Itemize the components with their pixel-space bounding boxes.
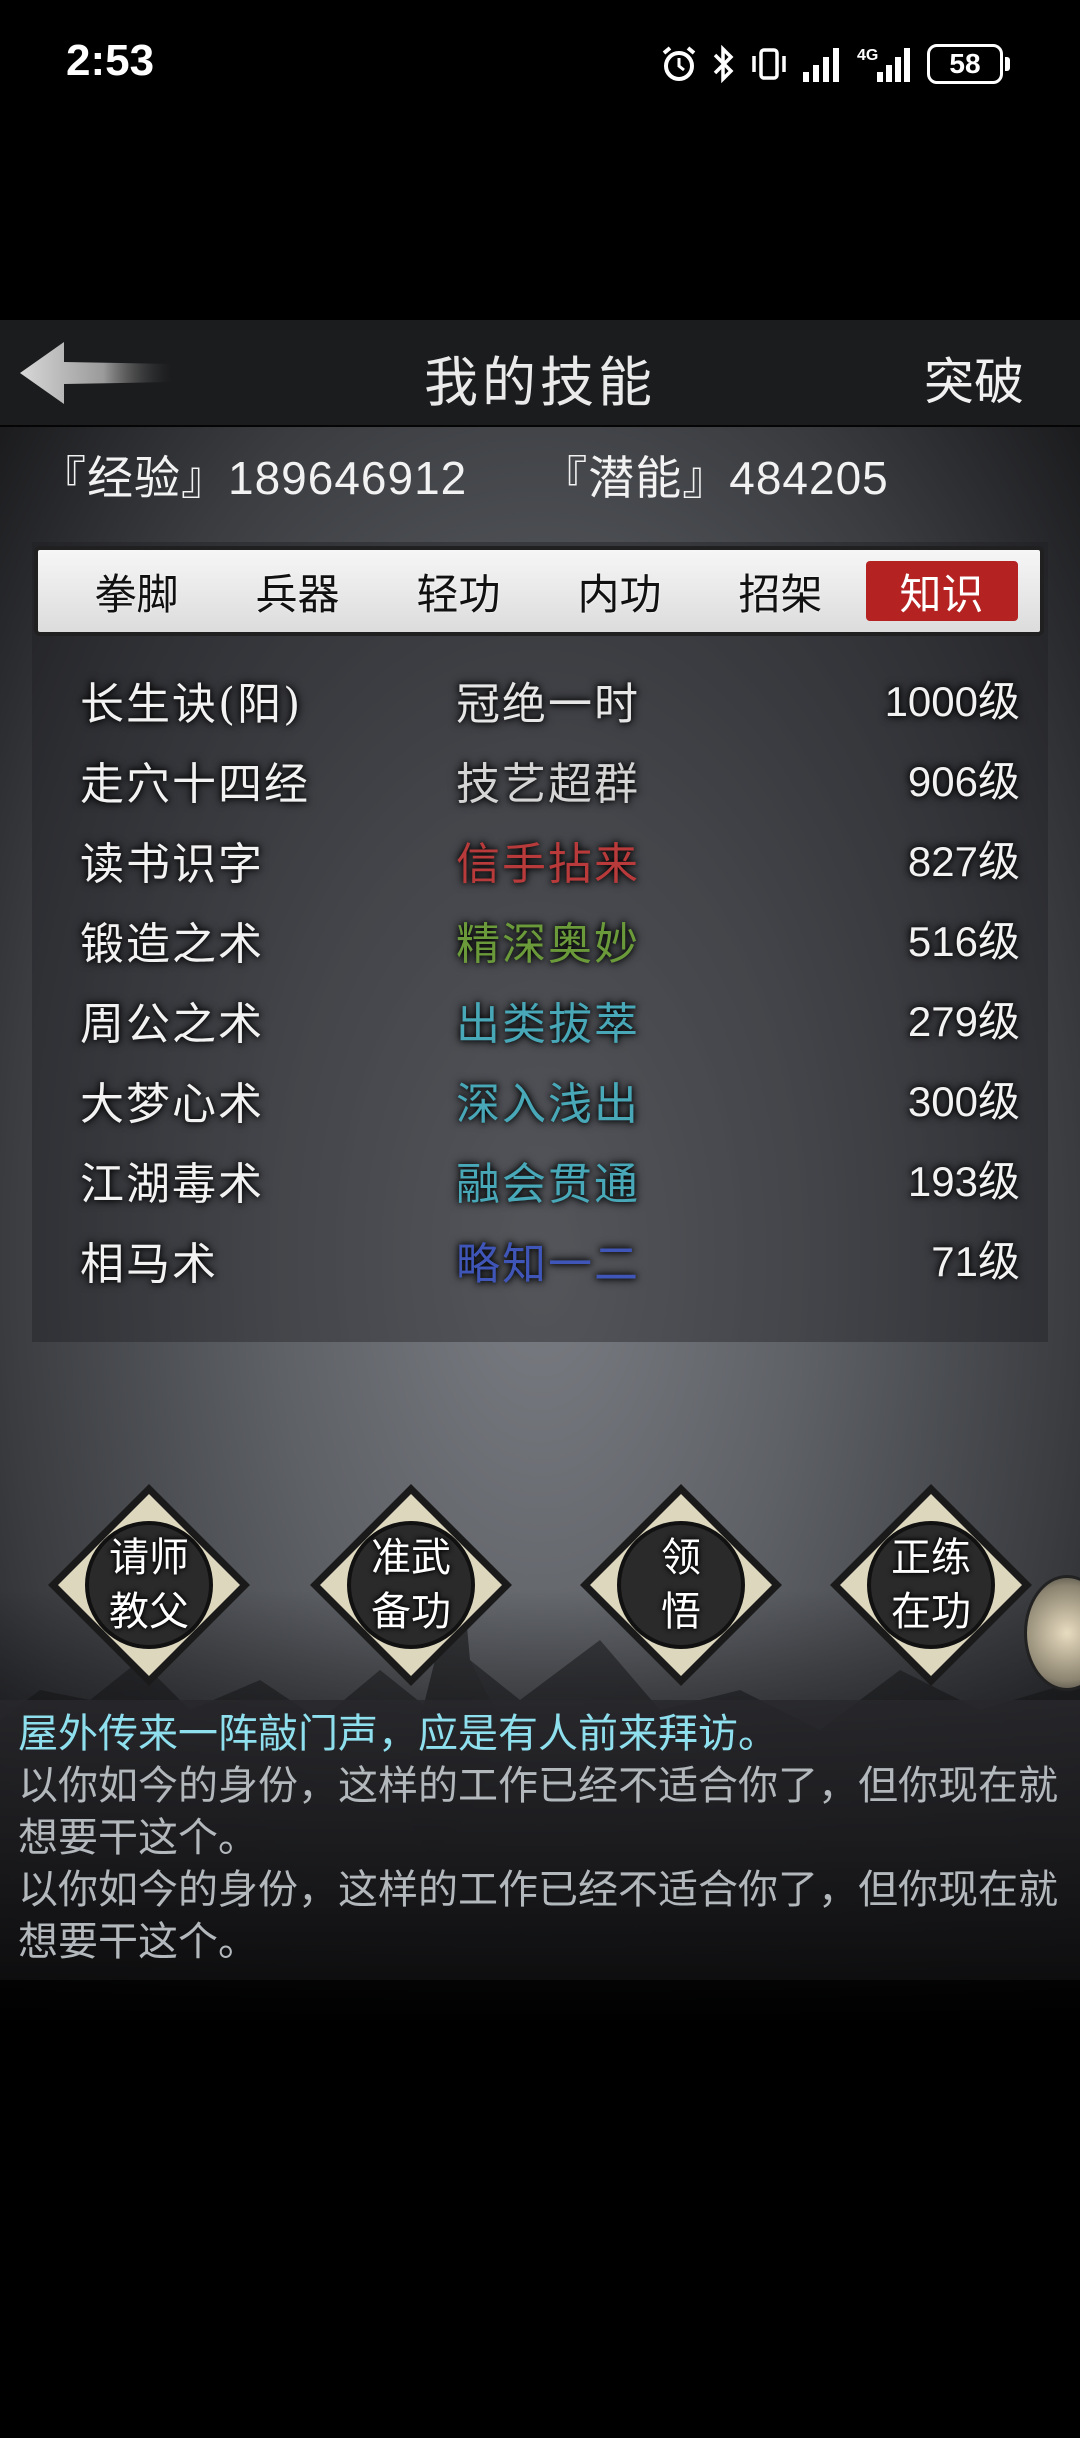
training-label: 正练 在功 — [891, 1535, 971, 1635]
battery-level: 58 — [927, 44, 1003, 84]
skill-level: 300级 — [907, 1078, 1020, 1125]
skill-level: 193级 — [907, 1158, 1020, 1205]
skill-row[interactable]: 周公之术 出类拔萃 279级 — [80, 982, 1020, 1062]
vibrate-icon — [752, 48, 786, 80]
training-button[interactable]: 正练 在功 — [826, 1480, 1036, 1690]
potential-stat: 『潜能』484205 — [541, 442, 889, 508]
bluetooth-icon — [713, 44, 734, 84]
skill-rank: 略知一二 — [456, 1239, 640, 1290]
4g-signal-icon: 4G — [857, 47, 910, 82]
status-time: 2:53 — [66, 36, 155, 85]
skill-rank: 技艺超群 — [456, 759, 640, 810]
skill-level: 1000级 — [884, 678, 1020, 725]
skill-name: 读书识字 — [80, 839, 264, 890]
seek-master-button[interactable]: 请师 教父 — [44, 1480, 254, 1690]
page-title: 我的技能 — [424, 351, 656, 414]
tab-parry[interactable]: 招架 — [705, 561, 857, 621]
seek-master-label: 请师 教父 — [109, 1535, 189, 1635]
battery-icon: 58 — [927, 44, 1010, 84]
battery-tip — [1005, 57, 1010, 71]
skill-row[interactable]: 锻造之术 精深奥妙 516级 — [80, 902, 1020, 982]
message-log: 屋外传来一阵敲门声，应是有人前来拜访。 以你如今的身份，这样的工作已经不适合你了… — [0, 1700, 1080, 2040]
message-line: 屋外传来一阵敲门声，应是有人前来拜访。 — [18, 1711, 778, 1757]
skill-level: 279级 — [907, 998, 1020, 1045]
tab-inner-power[interactable]: 内功 — [544, 561, 696, 621]
skill-level: 71级 — [931, 1238, 1020, 1285]
signal-icon — [803, 48, 839, 82]
skill-row[interactable]: 长生诀(阳) 冠绝一时 1000级 — [80, 662, 1020, 742]
skill-row[interactable]: 走穴十四经 技艺超群 906级 — [80, 742, 1020, 822]
exp-stat: 『经验』189646912 — [40, 442, 467, 508]
exp-value: 189646912 — [228, 452, 468, 504]
skill-category-tabs: 拳脚 兵器 轻功 内功 招架 知识 — [34, 546, 1044, 636]
comprehend-label: 领悟 — [661, 1535, 701, 1635]
skill-rank: 冠绝一时 — [456, 679, 640, 730]
skill-rank: 深入浅出 — [456, 1079, 640, 1130]
exp-label: 『经验』 — [40, 451, 228, 505]
prepare-martial-label: 准武 备功 — [371, 1535, 451, 1635]
status-icons: 4G 58 — [659, 42, 1010, 86]
skill-name: 大梦心术 — [80, 1079, 264, 1130]
svg-text:4G: 4G — [857, 47, 878, 64]
skill-level: 906级 — [907, 758, 1020, 805]
comprehend-button[interactable]: 领悟 — [576, 1480, 786, 1690]
skill-level: 827级 — [907, 838, 1020, 885]
potential-value: 484205 — [729, 452, 889, 504]
skill-row[interactable]: 相马术 略知一二 71级 — [80, 1222, 1020, 1302]
message-line: 以你如今的身份，这样的工作已经不适合你了，但你现在就想要干这个。 — [18, 1763, 1058, 1861]
stats-row: 『经验』189646912 『潜能』484205 — [40, 442, 889, 508]
skill-name: 江湖毒术 — [80, 1159, 264, 1210]
alarm-icon — [662, 46, 696, 81]
breakthrough-button[interactable]: 突破 — [924, 342, 1024, 414]
skill-name: 走穴十四经 — [80, 759, 310, 810]
skill-list: 长生诀(阳) 冠绝一时 1000级 走穴十四经 技艺超群 906级 读书识字 信… — [80, 662, 1020, 1302]
status-bar: 2:53 4G 58 — [0, 0, 1080, 130]
skill-level: 516级 — [907, 918, 1020, 965]
skill-row[interactable]: 江湖毒术 融会贯通 193级 — [80, 1142, 1020, 1222]
message-line: 以你如今的身份，这样的工作已经不适合你了，但你现在就想要干这个。 — [18, 1867, 1058, 1965]
skill-name: 长生诀(阳) — [80, 679, 303, 730]
skill-rank: 融会贯通 — [456, 1159, 640, 1210]
skill-rank: 信手拈来 — [456, 839, 640, 890]
tab-knowledge[interactable]: 知识 — [865, 561, 1018, 621]
skill-row[interactable]: 大梦心术 深入浅出 300级 — [80, 1062, 1020, 1142]
header-bar: 我的技能 突破 — [0, 320, 1080, 427]
skill-name: 相马术 — [80, 1239, 218, 1290]
skill-name: 周公之术 — [80, 999, 264, 1050]
action-buttons: 请师 教父 准武 备功 领悟 正练 在功 — [0, 1470, 1080, 1710]
skill-row[interactable]: 读书识字 信手拈来 827级 — [80, 822, 1020, 902]
tab-weapon[interactable]: 兵器 — [222, 561, 374, 621]
skill-rank: 出类拔萃 — [456, 999, 640, 1050]
skill-rank: 精深奥妙 — [456, 919, 640, 970]
skill-name: 锻造之术 — [80, 919, 264, 970]
tab-fist[interactable]: 拳脚 — [61, 561, 213, 621]
prepare-martial-button[interactable]: 准武 备功 — [306, 1480, 516, 1690]
message-lines: 屋外传来一阵敲门声，应是有人前来拜访。 以你如今的身份，这样的工作已经不适合你了… — [18, 1708, 1058, 1968]
tab-lightness[interactable]: 轻功 — [383, 561, 535, 621]
potential-label: 『潜能』 — [541, 451, 730, 505]
